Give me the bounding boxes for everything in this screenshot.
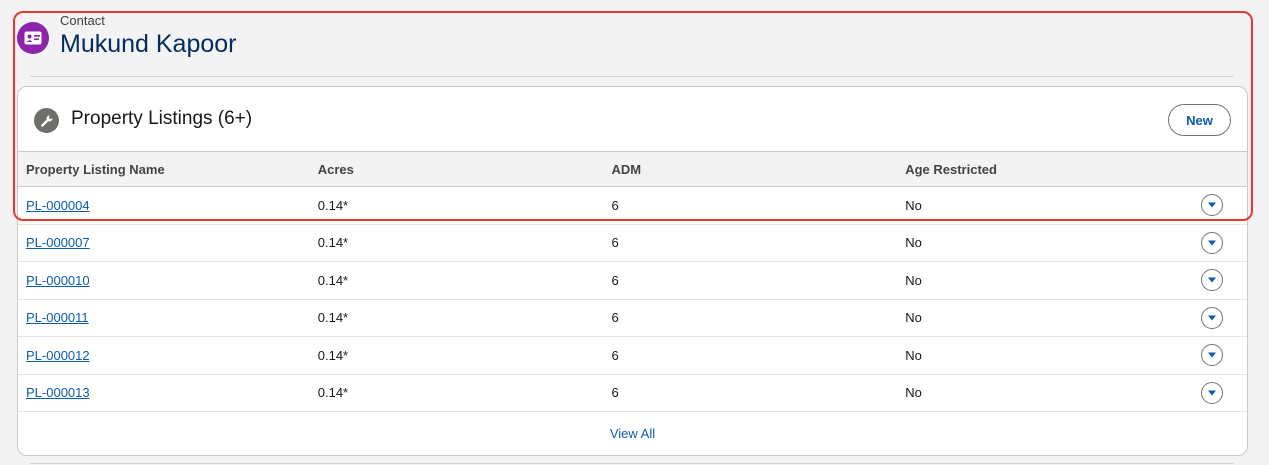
age-restricted-cell: No xyxy=(899,336,1193,375)
row-action-menu-button[interactable] xyxy=(1201,269,1223,292)
acres-cell: 0.14* xyxy=(311,224,606,262)
related-list-header: Property Listings (6+) New xyxy=(18,87,1247,153)
table-row: PL-000010 0.14* 6 No xyxy=(18,261,1247,300)
listing-name-link[interactable]: PL-000011 xyxy=(26,310,89,325)
age-restricted-cell: No xyxy=(899,224,1193,262)
listing-name-link[interactable]: PL-000013 xyxy=(26,385,90,400)
new-button[interactable]: New xyxy=(1168,104,1231,136)
age-restricted-cell: No xyxy=(899,299,1193,337)
adm-cell: 6 xyxy=(605,186,900,225)
chevron-down-icon xyxy=(1208,352,1216,358)
table-row: PL-000012 0.14* 6 No xyxy=(18,336,1247,375)
row-action-menu-button[interactable] xyxy=(1201,344,1223,367)
row-action-menu-button[interactable] xyxy=(1201,381,1223,404)
property-listings-related-list: Property Listings (6+) New Property List… xyxy=(17,86,1248,456)
acres-cell: 0.14* xyxy=(311,299,606,337)
listing-name-link[interactable]: PL-000012 xyxy=(26,348,90,363)
chevron-down-icon xyxy=(1208,202,1216,208)
age-restricted-cell: No xyxy=(899,261,1193,300)
age-restricted-cell: No xyxy=(899,374,1193,412)
column-header-actions xyxy=(1193,151,1247,187)
adm-cell: 6 xyxy=(605,261,900,300)
bottom-divider xyxy=(30,463,1234,464)
chevron-down-icon xyxy=(1208,277,1216,283)
row-action-menu-button[interactable] xyxy=(1201,306,1223,329)
adm-cell: 6 xyxy=(605,299,900,337)
acres-cell: 0.14* xyxy=(311,186,606,225)
acres-cell: 0.14* xyxy=(311,336,606,375)
adm-cell: 6 xyxy=(605,224,900,262)
chevron-down-icon xyxy=(1208,390,1216,396)
age-restricted-cell: No xyxy=(899,186,1193,225)
column-header-adm[interactable]: ADM xyxy=(605,151,900,187)
listing-name-link[interactable]: PL-000007 xyxy=(26,235,90,250)
contact-record-page: Contact Mukund Kapoor Property Listings … xyxy=(0,0,1269,465)
column-header-age-restricted[interactable]: Age Restricted xyxy=(899,151,1193,187)
related-list-title: Property Listings (6+) xyxy=(71,108,253,129)
adm-cell: 6 xyxy=(605,374,900,412)
listing-name-link[interactable]: PL-000010 xyxy=(26,273,90,288)
header-divider xyxy=(30,76,1234,77)
table-row: PL-000013 0.14* 6 No xyxy=(18,374,1247,412)
wrench-icon xyxy=(34,108,59,133)
acres-cell: 0.14* xyxy=(311,261,606,300)
chevron-down-icon xyxy=(1208,240,1216,246)
contact-card-icon xyxy=(17,22,49,54)
row-action-menu-button[interactable] xyxy=(1201,231,1223,254)
listing-name-link[interactable]: PL-000004 xyxy=(26,198,90,213)
property-listings-table: Property Listing Name Acres ADM Age Rest… xyxy=(18,151,1247,412)
row-action-menu-button[interactable] xyxy=(1201,194,1223,217)
object-type-label: Contact xyxy=(60,13,105,28)
table-row: PL-000007 0.14* 6 No xyxy=(18,224,1247,262)
view-all-link[interactable]: View All xyxy=(18,426,1247,441)
record-title: Mukund Kapoor xyxy=(60,30,237,58)
chevron-down-icon xyxy=(1208,315,1216,321)
table-row: PL-000004 0.14* 6 No xyxy=(18,186,1247,225)
table-header-row: Property Listing Name Acres ADM Age Rest… xyxy=(18,151,1247,187)
adm-cell: 6 xyxy=(605,336,900,375)
table-row: PL-000011 0.14* 6 No xyxy=(18,299,1247,337)
column-header-name[interactable]: Property Listing Name xyxy=(18,151,312,187)
acres-cell: 0.14* xyxy=(311,374,606,412)
column-header-acres[interactable]: Acres xyxy=(311,151,606,187)
